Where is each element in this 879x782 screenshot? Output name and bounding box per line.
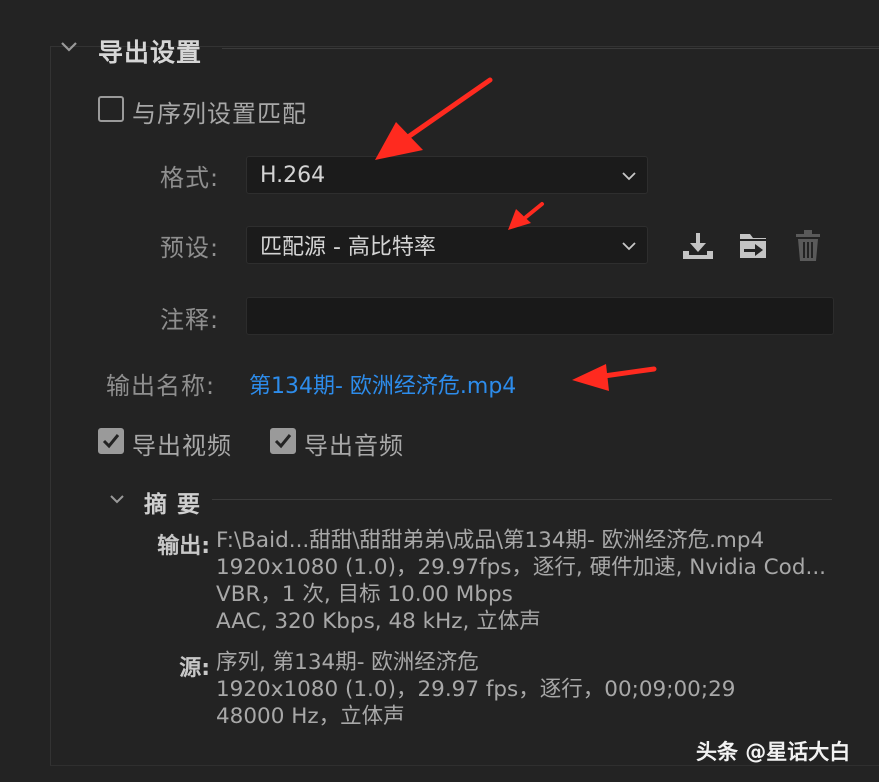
match-sequence-checkbox[interactable] (98, 96, 124, 122)
preset-dropdown[interactable]: 匹配源 - 高比特率 (246, 226, 648, 264)
export-video-checkbox[interactable] (98, 428, 124, 454)
summary-output-key: 输出: (157, 534, 210, 559)
summary-output-line: VBR，1 次, 目标 10.00 Mbps (216, 582, 513, 607)
export-video-label: 导出视频 (132, 432, 232, 460)
comments-label: 注释: (160, 306, 220, 334)
delete-preset-icon[interactable] (790, 228, 826, 264)
summary-source-line: 48000 Hz，立体声 (216, 704, 405, 729)
summary-title: 摘 要 (144, 492, 202, 518)
summary-source-block: 序列, 第134期- 欧洲经济危 1920x1080 (1.0)，29.97 f… (216, 649, 735, 730)
format-value: H.264 (260, 162, 326, 188)
checkmark-icon (274, 434, 292, 449)
format-label: 格式: (160, 164, 220, 192)
summary-source-line: 1920x1080 (1.0)，29.97 fps，逐行，00;09;00;29 (216, 677, 736, 702)
summary-output-line: F:\Baid...甜甜\甜甜弟弟\成品\第134期- 欧洲经济危.mp4 (216, 528, 765, 553)
output-name-link[interactable]: 第134期- 欧洲经济危.mp4 (249, 368, 516, 400)
collapse-export-settings-chevron-icon[interactable] (58, 36, 80, 58)
preset-label: 预设: (160, 234, 220, 262)
collapse-summary-chevron-icon[interactable] (106, 488, 128, 510)
match-sequence-label: 与序列设置匹配 (132, 100, 307, 128)
export-audio-checkbox[interactable] (270, 428, 296, 454)
section-divider (222, 48, 879, 49)
chevron-down-icon (621, 166, 637, 185)
summary-divider (212, 499, 832, 500)
comments-input[interactable] (246, 297, 834, 335)
preset-value: 匹配源 - 高比特率 (260, 235, 436, 260)
export-settings-screen: 导出设置 与序列设置匹配 格式: H.264 预设: 匹配源 - 高比特率 注释… (0, 0, 879, 782)
chevron-down-icon (621, 236, 637, 255)
output-name-label: 输出名称: (106, 372, 216, 400)
save-preset-icon[interactable] (680, 228, 716, 264)
checkmark-icon (102, 434, 120, 449)
export-settings-title: 导出设置 (98, 38, 203, 67)
format-dropdown[interactable]: H.264 (246, 156, 648, 194)
summary-source-key: 源: (179, 656, 210, 681)
export-audio-label: 导出音频 (304, 432, 404, 460)
summary-source-line: 序列, 第134期- 欧洲经济危 (216, 650, 479, 675)
summary-output-block: F:\Baid...甜甜\甜甜弟弟\成品\第134期- 欧洲经济危.mp4 19… (216, 527, 826, 635)
import-preset-icon[interactable] (735, 228, 771, 264)
summary-output-line: AAC, 320 Kbps, 48 kHz, 立体声 (216, 609, 541, 634)
summary-output-line: 1920x1080 (1.0)，29.97fps，逐行, 硬件加速, Nvidi… (216, 555, 826, 580)
watermark-text: 头条 @星话大白 (696, 740, 851, 764)
